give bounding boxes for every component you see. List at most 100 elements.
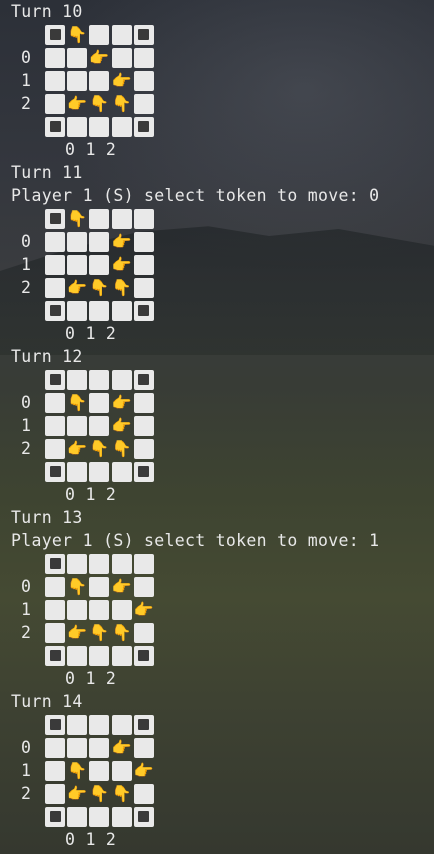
empty-cell <box>45 622 65 643</box>
pointing-down-hand-icon: 👇 <box>111 93 132 113</box>
pointing-down-hand-icon: 👇 <box>111 438 132 458</box>
turn-block: Turn 14 0 👉 1 👇 👉 2 👉 👇 👇 0 1 2 <box>11 690 434 851</box>
pointing-down-hand-icon: 👇 <box>67 576 88 596</box>
empty-cell <box>133 277 154 298</box>
corner-block-icon <box>45 300 65 321</box>
pointing-down-hand-icon: 👇 <box>111 783 132 803</box>
empty-cell <box>89 116 110 137</box>
pointing-down-hand-icon: 👇 <box>67 392 88 412</box>
empty-cell <box>89 760 110 781</box>
empty-cell <box>133 783 154 804</box>
corner-block-icon <box>45 645 65 666</box>
empty-cell <box>67 415 88 436</box>
pointing-down-hand-icon: 👇 <box>89 93 110 113</box>
column-axis-labels: 0 1 2 <box>65 140 117 159</box>
corner-block-icon <box>133 806 154 827</box>
empty-cell <box>89 576 110 597</box>
corner-block-icon <box>45 553 65 574</box>
row-label: 1 <box>21 255 31 274</box>
corner-block-icon <box>133 645 154 666</box>
empty-cell <box>45 47 65 68</box>
pointing-right-hand-icon: 👉 <box>67 622 88 642</box>
corner-block-icon <box>133 714 154 735</box>
empty-cell <box>89 208 110 229</box>
game-board: 0 👉 1 👇 👉 2 👉 👇 👇 <box>11 713 434 828</box>
empty-cell <box>111 553 132 574</box>
empty-cell <box>45 392 65 413</box>
empty-cell <box>67 714 88 735</box>
empty-cell <box>133 231 154 252</box>
pointing-right-hand-icon: 👉 <box>111 737 132 757</box>
board-row <box>11 644 434 667</box>
empty-cell <box>67 231 88 252</box>
move-prompt: Player 1 (S) select token to move: 0 <box>11 186 380 205</box>
empty-cell <box>89 300 110 321</box>
board-row: 1 👉 <box>11 598 434 621</box>
row-label: 0 <box>21 48 31 67</box>
empty-cell <box>45 576 65 597</box>
empty-cell <box>45 231 65 252</box>
corner-block-icon <box>133 24 154 45</box>
empty-cell <box>111 461 132 482</box>
row-label: 1 <box>21 761 31 780</box>
row-label: 0 <box>21 232 31 251</box>
empty-cell <box>111 116 132 137</box>
corner-block-icon <box>133 461 154 482</box>
pointing-down-hand-icon: 👇 <box>67 24 88 44</box>
pointing-down-hand-icon: 👇 <box>111 277 132 297</box>
empty-cell <box>111 760 132 781</box>
corner-block-icon <box>45 714 65 735</box>
pointing-right-hand-icon: 👉 <box>111 415 132 435</box>
board-row: 1 👉 <box>11 414 434 437</box>
empty-cell <box>111 806 132 827</box>
empty-cell <box>89 392 110 413</box>
empty-cell <box>67 645 88 666</box>
pointing-right-hand-icon: 👉 <box>67 438 88 458</box>
row-label: 2 <box>21 439 31 458</box>
board-row: 2 👉 👇 👇 <box>11 92 434 115</box>
empty-cell <box>111 47 132 68</box>
column-axis-labels: 0 1 2 <box>65 485 117 504</box>
board-row <box>11 460 434 483</box>
empty-cell <box>89 806 110 827</box>
corner-block-icon <box>45 208 65 229</box>
empty-cell <box>89 461 110 482</box>
empty-cell <box>133 208 154 229</box>
row-label: 2 <box>21 278 31 297</box>
empty-cell <box>89 415 110 436</box>
column-axis-labels: 0 1 2 <box>65 830 117 849</box>
pointing-right-hand-icon: 👉 <box>111 392 132 412</box>
empty-cell <box>89 254 110 275</box>
empty-cell <box>67 806 88 827</box>
empty-cell <box>111 208 132 229</box>
pointing-right-hand-icon: 👉 <box>111 576 132 596</box>
game-board: 👇 0 👉 1 👉 2 👉 👇 👇 <box>11 23 434 138</box>
corner-block-icon <box>45 806 65 827</box>
turn-block: Turn 10 👇 0 👉 1 👉 2 👉 👇 👇 0 1 2 <box>11 0 434 161</box>
pointing-right-hand-icon: 👉 <box>89 47 110 67</box>
row-label: 2 <box>21 784 31 803</box>
row-label: 1 <box>21 416 31 435</box>
corner-block-icon <box>133 369 154 390</box>
empty-cell <box>67 70 88 91</box>
corner-block-icon <box>45 369 65 390</box>
empty-cell <box>45 415 65 436</box>
pointing-right-hand-icon: 👉 <box>67 93 88 113</box>
turn-heading: Turn 10 <box>11 2 83 21</box>
pointing-down-hand-icon: 👇 <box>89 783 110 803</box>
pointing-right-hand-icon: 👉 <box>133 760 154 780</box>
empty-cell <box>89 714 110 735</box>
board-row <box>11 805 434 828</box>
pointing-down-hand-icon: 👇 <box>89 622 110 642</box>
board-row <box>11 299 434 322</box>
empty-cell <box>67 116 88 137</box>
turn-heading: Turn 13 <box>11 508 83 527</box>
empty-cell <box>133 415 154 436</box>
column-axis-labels: 0 1 2 <box>65 669 117 688</box>
empty-cell <box>133 576 154 597</box>
empty-cell <box>45 254 65 275</box>
empty-cell <box>133 737 154 758</box>
empty-cell <box>111 714 132 735</box>
game-board: 0 👇 👉 1 👉 2 👉 👇 👇 <box>11 552 434 667</box>
row-label: 1 <box>21 71 31 90</box>
